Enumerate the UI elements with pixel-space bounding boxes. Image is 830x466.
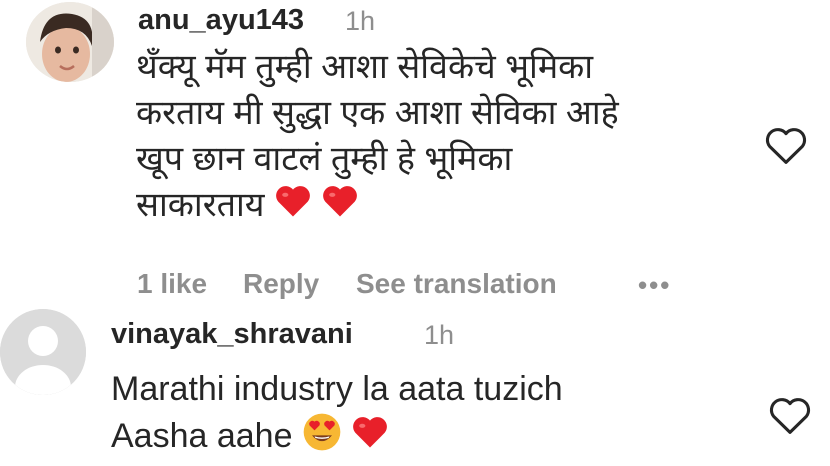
comment-time: 1h bbox=[345, 6, 376, 36]
like-heart-icon[interactable] bbox=[768, 396, 812, 436]
see-translation-button[interactable]: See translation bbox=[356, 268, 557, 300]
comment-username[interactable]: anu_ayu143 bbox=[138, 4, 304, 37]
red-heart-icon bbox=[274, 184, 312, 230]
comment-username[interactable]: vinayak_shravani bbox=[111, 318, 353, 351]
comment-line: करताय मी सुद्धा एक आशा सेविका आहे bbox=[136, 94, 619, 132]
reply-button[interactable]: Reply bbox=[243, 268, 319, 300]
comment-line-text: Aasha aahe bbox=[111, 416, 293, 455]
red-heart-icon bbox=[351, 415, 389, 461]
comment-line: थँक्यू मॅम तुम्ही आशा सेविकेचे भूमिका bbox=[136, 48, 594, 86]
comment-text: थँक्यू मॅम तुम्ही आशा सेविकेचे भूमिका कर… bbox=[136, 44, 619, 230]
comment-line: Marathi industry la aata tuzich bbox=[111, 370, 563, 408]
comment-line: Aasha aahe bbox=[111, 412, 563, 464]
avatar[interactable] bbox=[0, 309, 86, 395]
comment-time: 1h bbox=[424, 320, 455, 350]
heart-eyes-face-icon bbox=[302, 412, 342, 464]
red-heart-icon bbox=[321, 184, 359, 230]
comment-text: Marathi industry la aata tuzich Aasha aa… bbox=[111, 366, 563, 464]
more-options-button[interactable]: ••• bbox=[638, 270, 671, 301]
avatar[interactable] bbox=[26, 2, 114, 82]
comment-line: साकारताय bbox=[136, 182, 619, 230]
likes-count[interactable]: 1 like bbox=[137, 268, 207, 300]
comment-line-text: साकारताय bbox=[136, 186, 265, 224]
comment-line: खूप छान वाटलं तुम्ही हे भूमिका bbox=[136, 140, 513, 178]
like-heart-icon[interactable] bbox=[764, 126, 808, 166]
